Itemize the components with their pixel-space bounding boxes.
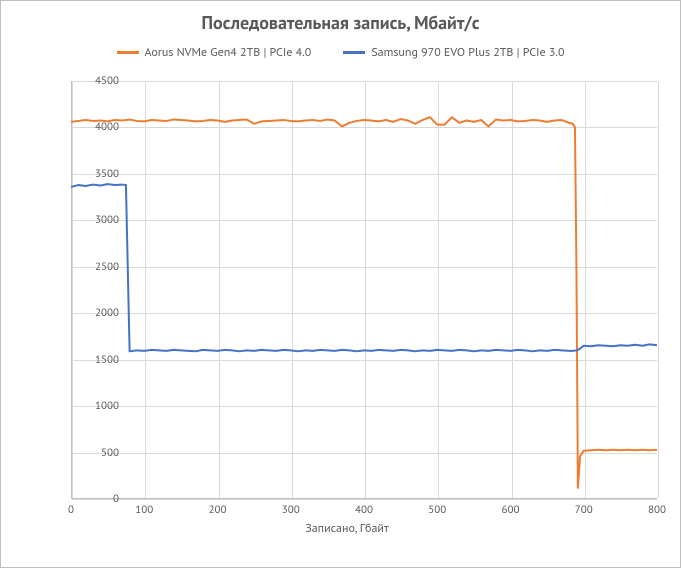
legend: Aorus NVMe Gen4 2TB | PCIe 4.0 Samsung 9… (1, 45, 680, 60)
legend-swatch-icon (343, 51, 365, 54)
y-tick-label: 1500 (79, 353, 119, 367)
series-canvas (71, 81, 657, 499)
x-tick-label: 800 (648, 503, 666, 517)
legend-item-samsung: Samsung 970 EVO Plus 2TB | PCIe 3.0 (343, 45, 564, 60)
x-tick-label: 400 (355, 503, 373, 517)
x-tick-label: 500 (428, 503, 446, 517)
y-tick-label: 3000 (79, 213, 119, 227)
y-tick-label: 2500 (79, 260, 119, 274)
y-tick-label: 3500 (79, 167, 119, 181)
x-tick-label: 600 (502, 503, 520, 517)
x-axis-label: Записано, Гбайт (27, 521, 667, 536)
gridline-horizontal (72, 499, 657, 500)
x-tick-label: 0 (68, 503, 74, 517)
gridline-vertical (658, 81, 659, 498)
series-aorus (71, 117, 657, 488)
x-tick-label: 300 (282, 503, 300, 517)
legend-label: Samsung 970 EVO Plus 2TB | PCIe 3.0 (371, 45, 564, 60)
y-tick-label: 4000 (79, 120, 119, 134)
chart-title: Последовательная запись, Мбайт/с (1, 11, 680, 34)
y-tick-label: 1000 (79, 399, 119, 413)
x-tick-label: 700 (575, 503, 593, 517)
x-tick-label: 100 (135, 503, 153, 517)
y-tick-label: 4500 (79, 74, 119, 88)
y-tick-label: 2000 (79, 306, 119, 320)
y-tick-label: 500 (79, 446, 119, 460)
plot-container: Записано, Гбайт 050010001500200025003000… (27, 71, 667, 531)
legend-item-aorus: Aorus NVMe Gen4 2TB | PCIe 4.0 (117, 45, 312, 60)
legend-swatch-icon (117, 51, 139, 54)
legend-label: Aorus NVMe Gen4 2TB | PCIe 4.0 (145, 45, 312, 60)
x-tick-label: 200 (209, 503, 227, 517)
y-tick-label: 0 (79, 492, 119, 506)
series-samsung (71, 184, 657, 351)
